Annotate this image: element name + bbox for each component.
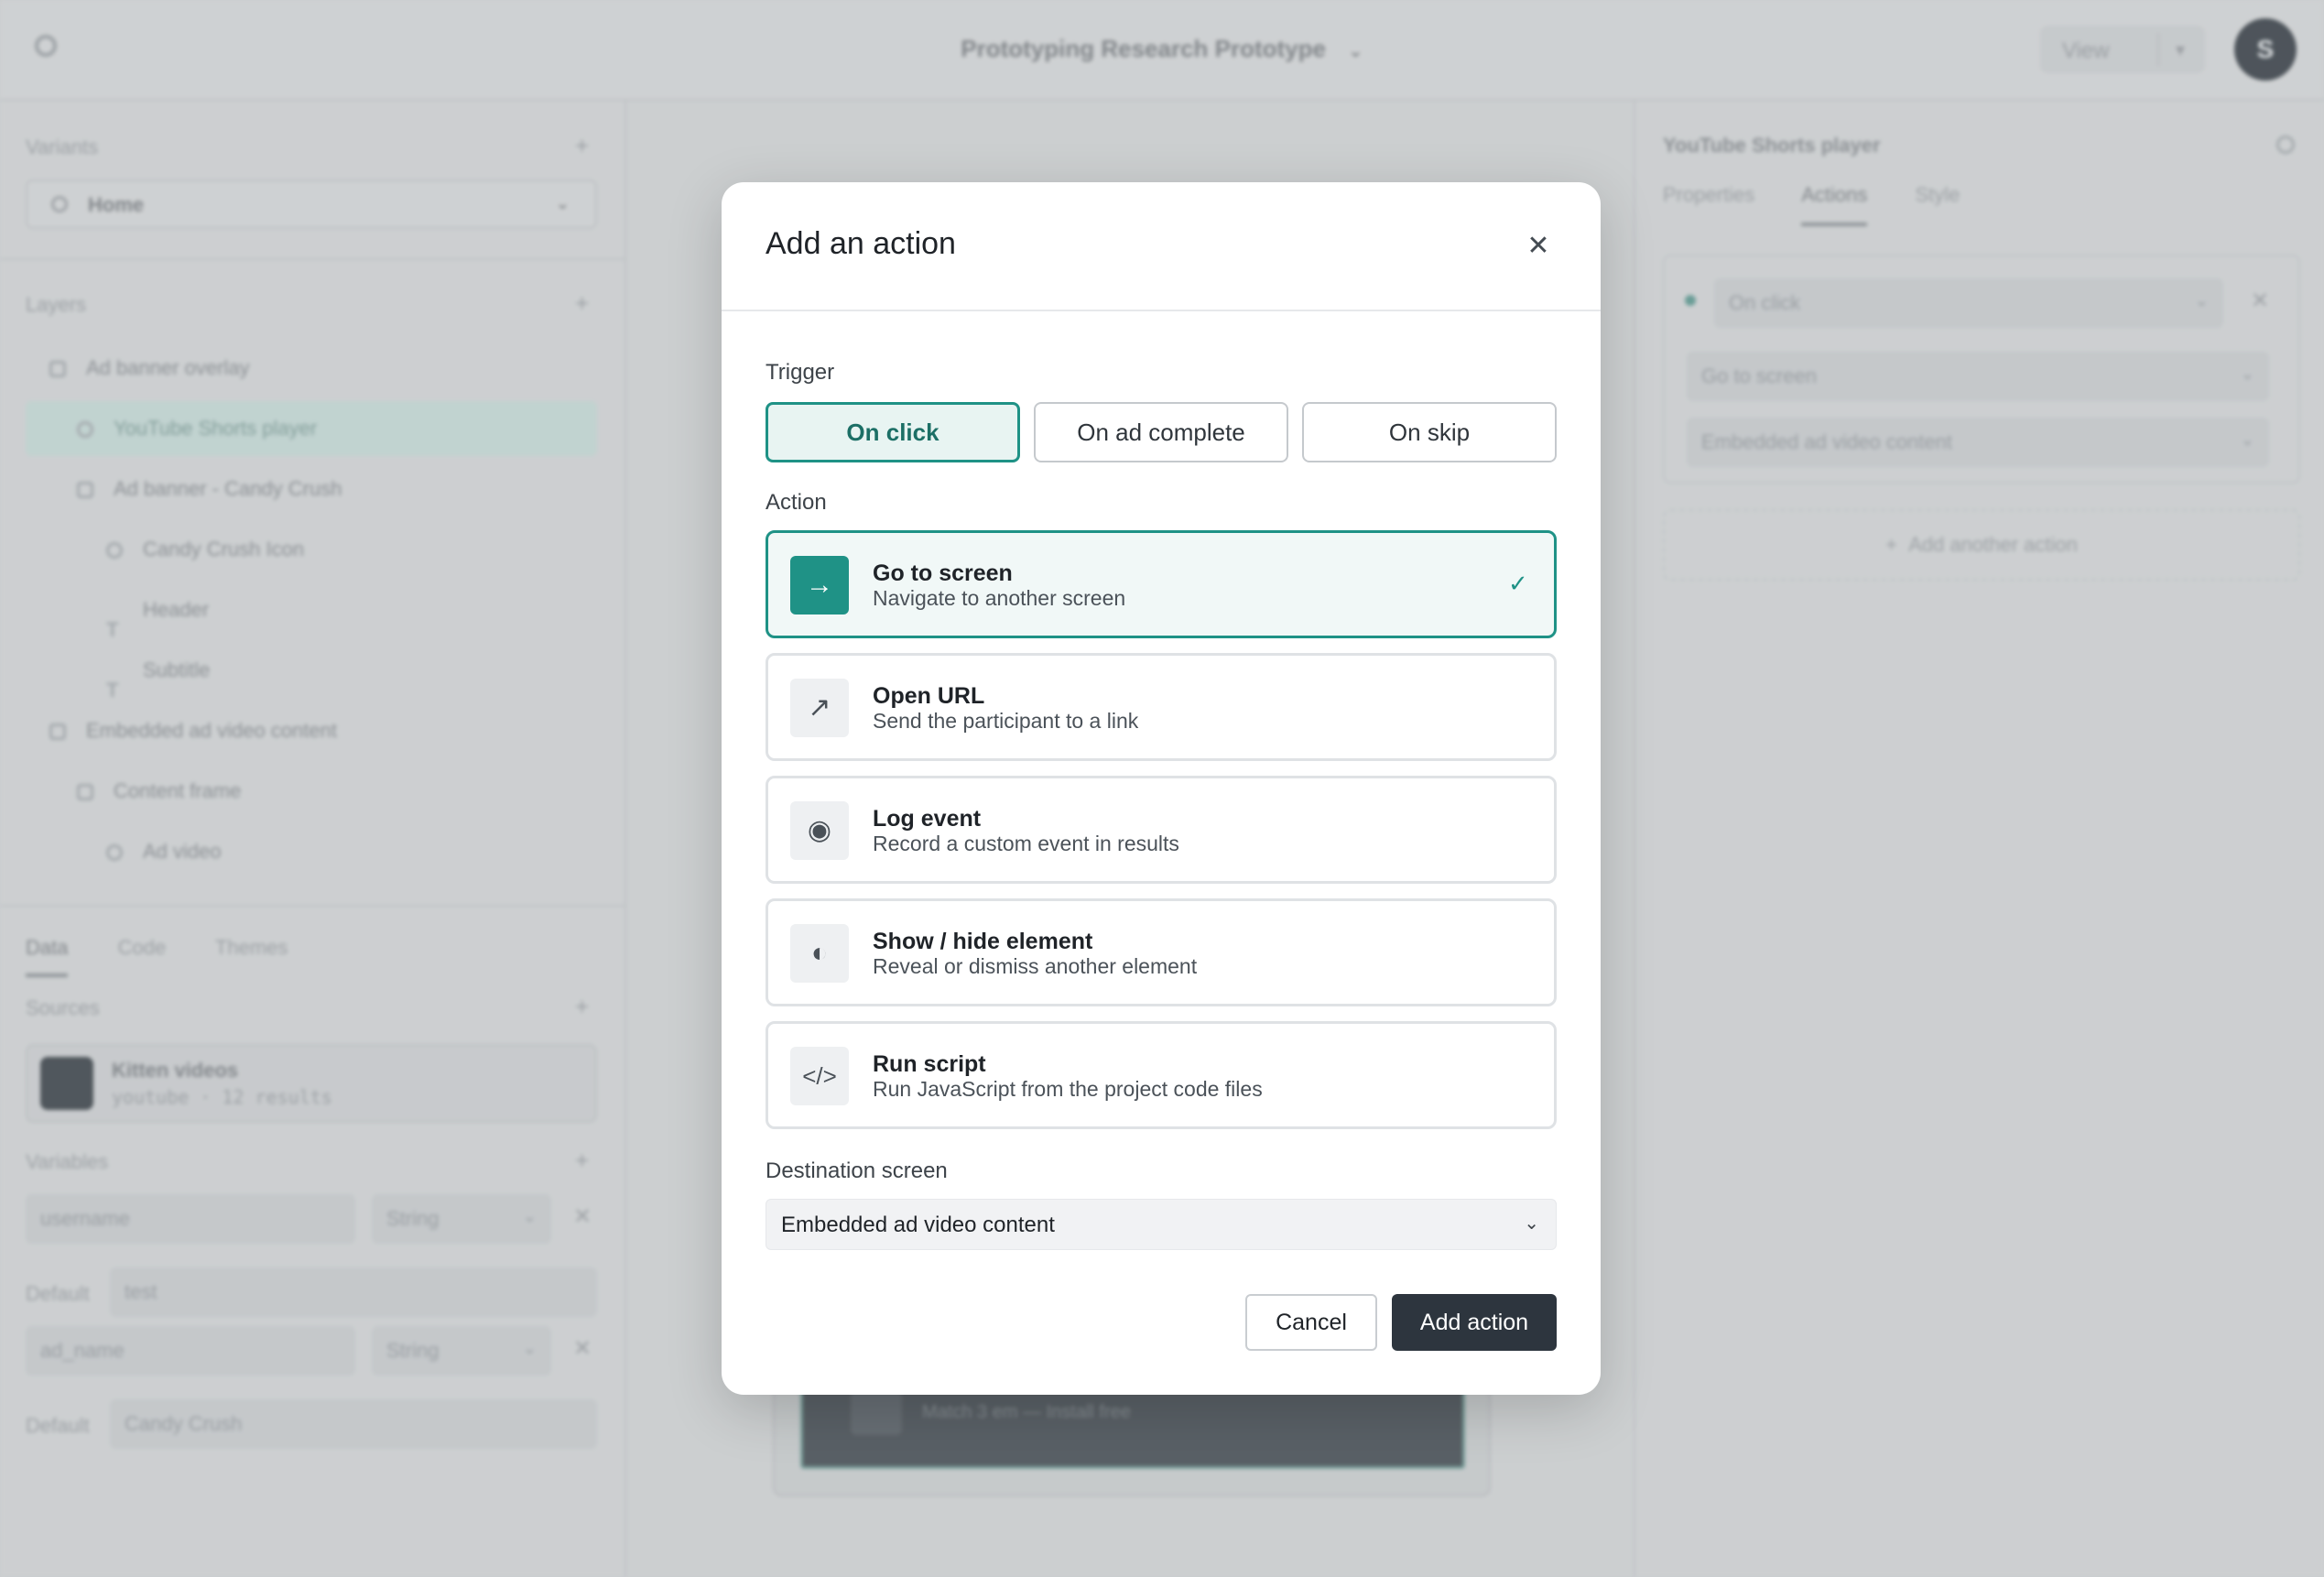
dialog-title: Add an action bbox=[766, 226, 956, 261]
code-icon: </> bbox=[790, 1047, 849, 1105]
cancel-button[interactable]: Cancel bbox=[1245, 1294, 1377, 1351]
add-action-button[interactable]: Add action bbox=[1392, 1294, 1557, 1351]
action-option-run-script[interactable]: </> Run script Run JavaScript from the p… bbox=[766, 1021, 1557, 1129]
trigger-label: Trigger bbox=[766, 360, 835, 385]
trigger-option-on-ad-complete[interactable]: On ad complete bbox=[1034, 402, 1288, 462]
chevron-down-icon: ⌄ bbox=[1524, 1213, 1539, 1234]
radio-dot-icon: ◉ bbox=[790, 801, 849, 860]
close-icon[interactable]: ✕ bbox=[1520, 228, 1557, 265]
action-option-description: Run JavaScript from the project code fil… bbox=[873, 1077, 1263, 1101]
action-option-go-to-screen[interactable]: → Go to screen Navigate to another scree… bbox=[766, 530, 1557, 638]
destination-screen-select[interactable]: Embedded ad video content ⌄ bbox=[766, 1199, 1557, 1250]
arrow-up-right-icon: ↗ bbox=[790, 679, 849, 737]
action-option-name: Open URL bbox=[873, 683, 985, 709]
half-circle-icon: ◐ bbox=[790, 924, 849, 983]
trigger-option-on-skip[interactable]: On skip bbox=[1302, 402, 1557, 462]
action-option-name: Show / hide element bbox=[873, 929, 1093, 954]
action-option-name: Go to screen bbox=[873, 560, 1013, 586]
action-option-description: Reveal or dismiss another element bbox=[873, 954, 1198, 978]
checkmark-icon: ✓ bbox=[1508, 570, 1528, 597]
action-option-log-event[interactable]: ◉ Log event Record a custom event in res… bbox=[766, 776, 1557, 884]
destination-label: Destination screen bbox=[766, 1158, 948, 1183]
action-option-description: Navigate to another screen bbox=[873, 586, 1126, 610]
arrow-right-icon: → bbox=[790, 556, 849, 614]
action-option-name: Run script bbox=[873, 1051, 986, 1077]
action-option-description: Record a custom event in results bbox=[873, 832, 1179, 855]
add-action-dialog: Add an action ✕ Trigger On click On ad c… bbox=[722, 182, 1601, 1395]
action-option-name: Log event bbox=[873, 806, 982, 832]
trigger-option-on-click[interactable]: On click bbox=[766, 402, 1020, 462]
action-option-show-hide-element[interactable]: ◐ Show / hide element Reveal or dismiss … bbox=[766, 898, 1557, 1006]
action-option-open-url[interactable]: ↗ Open URL Send the participant to a lin… bbox=[766, 653, 1557, 761]
action-option-description: Send the participant to a link bbox=[873, 709, 1139, 733]
action-label: Action bbox=[766, 490, 827, 515]
destination-screen-value: Embedded ad video content bbox=[781, 1213, 1055, 1237]
dialog-header-divider bbox=[722, 310, 1601, 311]
